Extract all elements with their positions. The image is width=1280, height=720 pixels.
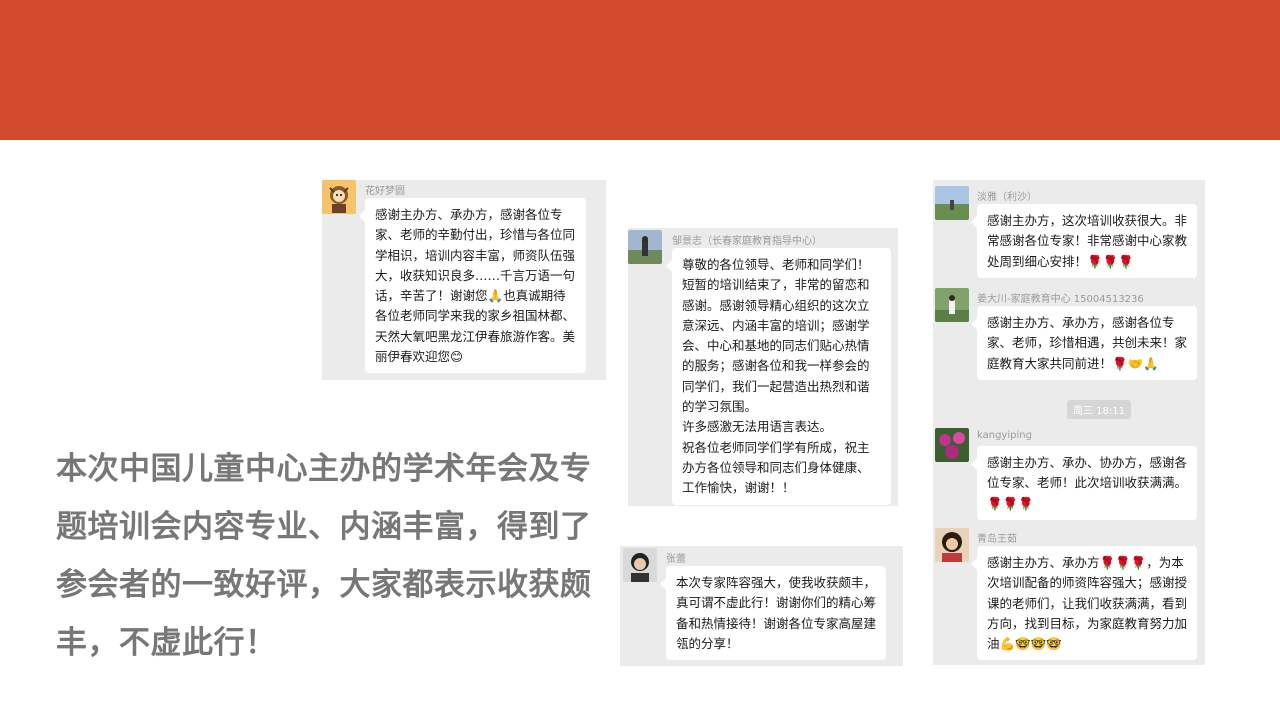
- cartoon-avatar-icon: [322, 180, 356, 214]
- chat-screenshot-1: 花好梦圆 感谢主办方、承办方，感谢各位专家、老师的辛勤付出，珍惜与各位同学相识，…: [322, 180, 606, 380]
- landscape-avatar-icon: [935, 186, 969, 220]
- sender-name: 花好梦圆: [365, 186, 405, 197]
- chat-message: 邹景志（长春家庭教育指导中心） 尊敬的各位领导、老师和同学们！短暂的培训结束了，…: [628, 228, 898, 506]
- message-bubble: 感谢主办方、承办方🌹🌹🌹，为本次培训配备的师资阵容强大；感谢授课的老师们，让我们…: [971, 546, 1197, 661]
- message-bubble: 本次专家阵容强大，使我收获颇丰，真可谓不虚此行！谢谢你们的精心筹备和热情接待！谢…: [660, 566, 886, 661]
- chat-message: 花好梦圆 感谢主办方、承办方，感谢各位专家、老师的辛勤付出，珍惜与各位同学相识，…: [322, 180, 606, 380]
- message-bubble: 尊敬的各位领导、老师和同学们！短暂的培训结束了，非常的留恋和感谢。感谢领导精心组…: [666, 248, 891, 505]
- chat-screenshot-3: 张蕾 本次专家阵容强大，使我收获颇丰，真可谓不虚此行！谢谢你们的精心筹备和热情接…: [620, 546, 903, 666]
- sender-name: 邹景志（长春家庭教育指导中心）: [672, 236, 822, 247]
- chat-screenshot-4: 淡雅（利沙） 感谢主办方，这次培训收获很大。非常感谢各位专家！非常感谢中心家教处…: [933, 180, 1205, 665]
- message-bubble: 感谢主办方，这次培训收获很大。非常感谢各位专家！非常感谢中心家教处周到细心安排！…: [971, 204, 1197, 278]
- message-bubble: 感谢主办方、承办方，感谢各位专家、老师，珍惜相遇，共创未来！家庭教育大家共同前进…: [971, 306, 1197, 380]
- timestamp-tag: 周三 18:11: [1067, 400, 1131, 419]
- chat-message: 张蕾 本次专家阵容强大，使我收获颇丰，真可谓不虚此行！谢谢你们的精心筹备和热情接…: [620, 546, 903, 666]
- chat-message: kangyiping 感谢主办方、承办、协办方，感谢各位专家、老师！此次培训收获…: [933, 428, 1205, 520]
- chat-message: 姜大川-家庭教育中心 15004513236 感谢主办方、承办方，感谢各位专家、…: [933, 288, 1205, 388]
- chat-screenshot-2: 邹景志（长春家庭教育指导中心） 尊敬的各位领导、老师和同学们！短暂的培训结束了，…: [628, 228, 898, 506]
- flower-avatar-icon: [935, 428, 969, 462]
- sender-name: 张蕾: [666, 554, 686, 565]
- message-bubble: 感谢主办方、承办方，感谢各位专家、老师的辛勤付出，珍惜与各位同学相识，培训内容丰…: [359, 198, 586, 374]
- sender-name: kangyiping: [977, 430, 1032, 441]
- portrait-avatar-icon: [623, 548, 657, 582]
- message-bubble: 感谢主办方、承办、协办方，感谢各位专家、老师！此次培训收获满满。🌹🌹🌹: [971, 446, 1197, 520]
- person-avatar-icon: [935, 288, 969, 322]
- top-banner: [0, 0, 1280, 140]
- woman-avatar-icon: [935, 528, 969, 562]
- sender-name: 姜大川-家庭教育中心 15004513236: [977, 294, 1144, 305]
- sender-name: 淡雅（利沙）: [977, 192, 1037, 203]
- chat-message: 淡雅（利沙） 感谢主办方，这次培训收获很大。非常感谢各位专家！非常感谢中心家教处…: [933, 180, 1205, 280]
- sender-name: 青岛王茹: [977, 534, 1017, 545]
- photo-avatar-icon: [628, 230, 662, 264]
- summary-text: 本次中国儿童中心主办的学术年会及专题培训会内容专业、内涵丰富，得到了参会者的一致…: [56, 451, 592, 661]
- chat-message: 青岛王茹 感谢主办方、承办方🌹🌹🌹，为本次培训配备的师资阵容强大；感谢授课的老师…: [933, 528, 1205, 662]
